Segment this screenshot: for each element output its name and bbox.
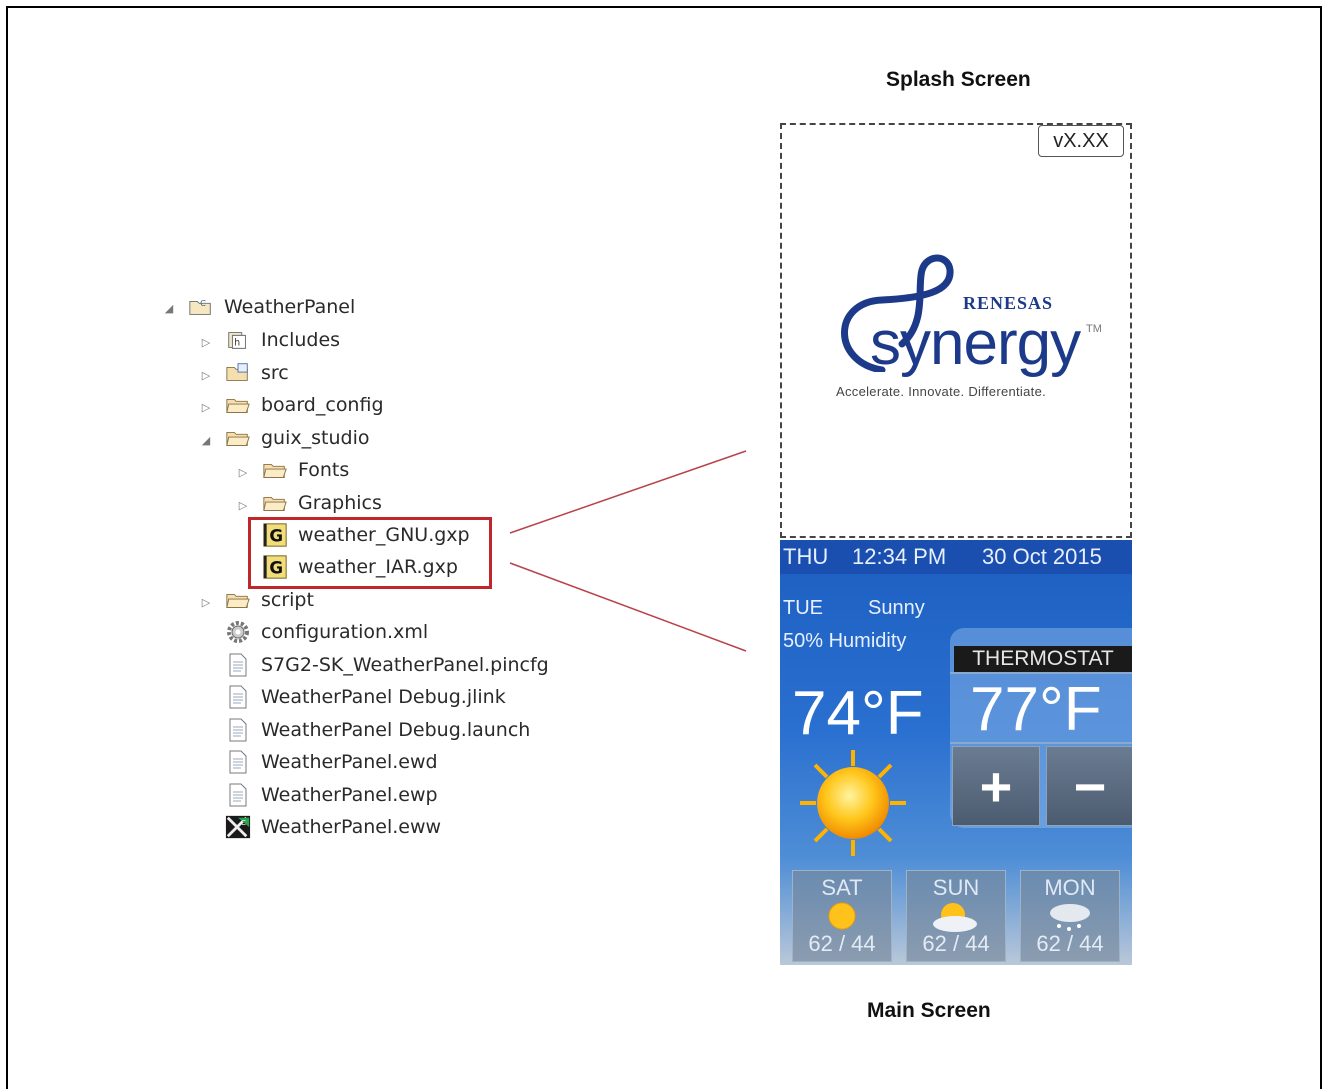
day-label: THU (783, 544, 829, 569)
forecast-card-temps: 62 / 44 (808, 931, 876, 956)
trademark: TM (1086, 323, 1102, 335)
forecast-card-day: MON (1044, 875, 1096, 900)
synergy-wordmark: synergy (870, 309, 1081, 378)
main-caption: Main Screen (867, 999, 991, 1022)
set-temperature: 77°F (970, 675, 1102, 744)
forecast-card: SAT 62 / 44 (792, 870, 892, 962)
humidity-label: 50% Humidity (783, 630, 907, 652)
forecast-card-temps: 62 / 44 (1036, 931, 1104, 956)
date-label: 30 Oct 2015 (982, 544, 1102, 569)
version-label: vX.XX (1038, 125, 1124, 157)
forecast-card-day: SUN (932, 875, 980, 900)
sun-icon (800, 750, 906, 856)
sun-icon (828, 902, 856, 930)
divider (950, 742, 1132, 744)
decrease-temp-button[interactable]: − (1046, 746, 1132, 826)
increase-temp-button[interactable]: + (952, 746, 1040, 826)
callout-line-main (509, 562, 747, 652)
forecast-card-temps: 62 / 44 (922, 931, 990, 956)
splash-caption: Splash Screen (886, 68, 1031, 91)
tagline: Accelerate. Innovate. Differentiate. (836, 384, 1047, 399)
condition-label: Sunny (868, 597, 925, 619)
current-temperature: 74°F (792, 679, 924, 748)
thermostat-title: THERMOSTAT (954, 646, 1132, 672)
forecast-card: MON 62 / 44 (1020, 870, 1120, 962)
forecast-card: SUN 62 / 44 (906, 870, 1006, 962)
partly-cloudy-icon (933, 903, 977, 932)
time-label: 12:34 PM (852, 544, 947, 569)
forecast-day-label: TUE (783, 597, 823, 619)
main-screen: THU 12:34 PM 30 Oct 2015 TUE Sunny 50% H… (780, 540, 1132, 965)
forecast-card-day: SAT (821, 875, 863, 900)
snow-cloud-icon (1050, 904, 1090, 931)
callout-line-splash (509, 450, 747, 534)
